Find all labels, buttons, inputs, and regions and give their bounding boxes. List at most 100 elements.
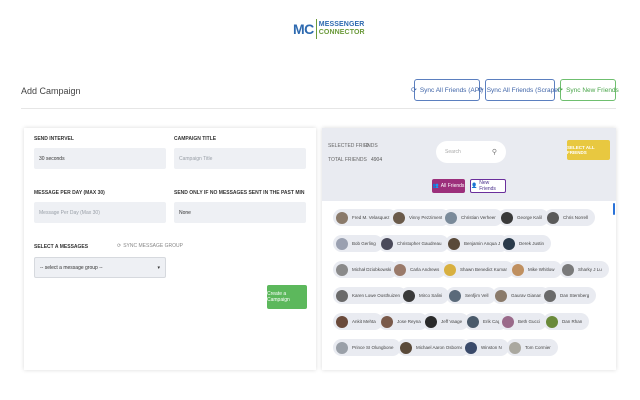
avatar (546, 315, 558, 328)
friend-name: Michael Aaron Osborne (416, 345, 464, 350)
sync-all-friends-scraper-button[interactable]: ⟳ Sync All Friends (Scraper) (478, 79, 562, 101)
friend-name: Mirco Salini (419, 293, 443, 298)
friend-chip[interactable]: Tom Cormier (506, 339, 558, 356)
friend-chip[interactable]: Michał Dziobkowski (333, 261, 399, 278)
friend-name: Christian Verheer (461, 215, 496, 220)
avatar (336, 263, 348, 276)
message-per-day-input[interactable]: Message Per Day (Max 30) (34, 202, 166, 223)
friend-name: Fred M. Velasquez (352, 215, 390, 220)
user-icon: 👤 (471, 183, 478, 189)
tab-new-friends[interactable]: 👤 New Friends (470, 179, 506, 193)
friend-chip[interactable]: Senfjim Vell (446, 287, 496, 304)
friends-search-input[interactable]: Search ⚲ (436, 141, 506, 163)
selected-friends-value: 0 (366, 143, 369, 149)
friend-name: Karen Lowe Oosthuizen (352, 293, 401, 298)
friends-panel-header: SELECTED FRIENDS 0 TOTAL FRIENDS 4904 Se… (322, 128, 616, 201)
friend-chip[interactable]: Mirco Salini (400, 287, 450, 304)
friend-row: Fred M. Velasquez Vinny Pezzimenti Chris… (333, 209, 608, 235)
friend-chip[interactable]: Dan Rhan (543, 313, 590, 330)
friend-chip[interactable]: Chris Norrell (544, 209, 596, 226)
friend-chip[interactable]: Ankit Mehta (333, 313, 383, 330)
total-friends-label: TOTAL FRIENDS (328, 157, 367, 163)
friend-name: Bob Gerling (352, 241, 376, 246)
chevron-down-icon: ▾ (157, 264, 160, 271)
friend-name: Prince SI Olungbone (352, 345, 394, 350)
friend-chip[interactable]: Bob Gerling (333, 235, 383, 252)
friend-name: Jeff Vaage (441, 319, 463, 324)
avatar (449, 289, 461, 302)
total-friends-count: TOTAL FRIENDS 4904 (328, 157, 382, 163)
sync-icon: ⟳ (557, 87, 564, 94)
friend-chip[interactable]: Christopher Gaudreau (378, 235, 449, 252)
friend-chip[interactable]: Prince SI Olungbone (333, 339, 401, 356)
avatar (381, 315, 393, 328)
friend-chip[interactable]: Jose Reyna (378, 313, 428, 330)
sync-all-friends-api-button[interactable]: ⟳ Sync All Friends (API) (411, 79, 484, 101)
friend-name: Gaurav Gianani (511, 293, 543, 298)
friend-chip[interactable]: Michael Aaron Osborne (397, 339, 471, 356)
friend-row: Karen Lowe Oosthuizen Mirco Salini Senfj… (333, 287, 608, 313)
avatar (448, 237, 460, 250)
select-all-friends-button[interactable]: SELECT ALL FRIENDS (567, 140, 610, 160)
avatar (501, 211, 513, 224)
avatar (445, 211, 457, 224)
avatar (336, 237, 348, 250)
friend-name: Ankit Mehta (352, 319, 376, 324)
friend-row: Ankit Mehta Jose Reyna Jeff Vaage Erik C… (333, 313, 608, 339)
friend-name: Michał Dziobkowski (352, 267, 392, 272)
friend-chip[interactable]: George Kalil (498, 209, 549, 226)
friend-chip[interactable]: Derek Justin (500, 235, 552, 252)
sync-icon: ⟳ (117, 243, 122, 249)
message-group-selected: -- select a message group -- (40, 264, 103, 271)
friend-chip[interactable]: Winston N (462, 339, 509, 356)
avatar (336, 289, 348, 302)
tab-all-friends[interactable]: 👥 All Friends (432, 179, 465, 193)
selected-friends-label: SELECTED FRIENDS (328, 143, 378, 149)
friend-chip[interactable]: Fred M. Velasquez (333, 209, 397, 226)
friend-name: Chris Norrell (563, 215, 589, 220)
avatar (547, 211, 559, 224)
sync-message-group-label: SYNC MESSAGE GROUP (123, 243, 183, 249)
friends-scrollbar[interactable] (613, 203, 615, 215)
select-messages-label: SELECT A MESSAGES (34, 244, 89, 250)
friend-chip[interactable]: Dan Sternberg (541, 287, 597, 304)
friend-row: Bob Gerling Christopher Gaudreau Benjami… (333, 235, 608, 261)
search-icon: ⚲ (491, 149, 497, 156)
friend-chip[interactable]: Carla Andrews (391, 261, 447, 278)
avatar (381, 237, 393, 250)
avatar (512, 263, 524, 276)
friend-name: Dan Rhan (562, 319, 583, 324)
avatar (425, 315, 437, 328)
friend-chip[interactable]: Shawn Benedict Kumar (441, 261, 515, 278)
friend-name: Benjamin Anqua Jr (464, 241, 502, 246)
send-only-field[interactable]: None (174, 202, 306, 223)
friend-name: Senfjim Vell (465, 293, 489, 298)
friend-name: Sharky J Lu (578, 267, 602, 272)
friends-panel: SELECTED FRIENDS 0 TOTAL FRIENDS 4904 Se… (322, 128, 616, 370)
friend-name: Beth Gucci (518, 319, 541, 324)
avatar (400, 341, 412, 354)
friend-chip[interactable]: Mike Whitlow (509, 261, 562, 278)
sync-new-friends-button[interactable]: ⟳ Sync New Friends (557, 79, 619, 101)
page-title: Add Campaign (21, 86, 81, 96)
friend-chip[interactable]: Beth Gucci (499, 313, 548, 330)
friend-chip[interactable]: Christian Verheer (442, 209, 503, 226)
friend-chip[interactable]: Sharky J Lu (559, 261, 609, 278)
friend-chip[interactable]: Jeff Vaage (422, 313, 470, 330)
avatar (467, 315, 479, 328)
create-campaign-button[interactable]: Create a Campaign (267, 285, 307, 309)
sync-all-friends-api-label: Sync All Friends (API) (419, 86, 484, 94)
friend-row: Michał Dziobkowski Carla Andrews Shawn B… (333, 261, 609, 287)
friend-name: Carla Andrews (410, 267, 440, 272)
sync-message-group-button[interactable]: ⟳ SYNC MESSAGE GROUP (117, 243, 183, 249)
avatar (465, 341, 477, 354)
friend-name: Vinny Pezzimenti (409, 215, 444, 220)
send-interval-field[interactable]: 30 seconds (34, 148, 166, 169)
send-only-label: SEND ONLY IF NO MESSAGES SENT IN THE PAS… (174, 190, 305, 196)
avatar (336, 341, 348, 354)
send-interval-label: SEND INTERVEL (34, 136, 74, 142)
logo-wordmark: MESSENGER CONNECTOR (319, 21, 365, 37)
campaign-title-input[interactable]: Campaign Title (174, 148, 306, 169)
message-group-select[interactable]: -- select a message group -- ▾ (34, 257, 166, 278)
friend-chip[interactable]: Karen Lowe Oosthuizen (333, 287, 408, 304)
